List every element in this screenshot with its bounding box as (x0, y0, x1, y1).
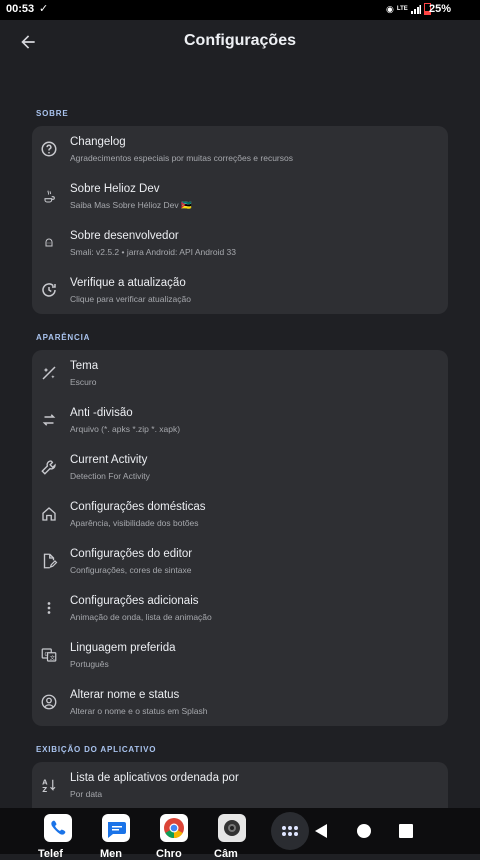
setting-title: Sobre Helioz Dev (70, 183, 160, 195)
sort-az-icon: AZ (40, 776, 58, 794)
setting-title: Alterar nome e status (70, 689, 180, 701)
status-icons: ◉ LTE (386, 3, 431, 15)
setting-configuracoes-editor[interactable]: Configurações do editor Configurações, c… (32, 538, 448, 585)
setting-subtitle: Detection For Activity (70, 471, 150, 481)
setting-alterar-nome-status[interactable]: Alterar nome e status Alterar o nome e o… (32, 679, 448, 726)
section-label-aparencia: APARÊNCIA (36, 333, 91, 342)
card-aparencia: Tema Escuro Anti -divisão Arquivo (*. ap… (32, 350, 448, 726)
signal-icon (410, 4, 421, 14)
java-cup-icon (40, 187, 58, 205)
app-drawer-button[interactable] (271, 812, 309, 850)
app-bar: Configurações (0, 20, 480, 64)
dock-label-phone: Telef (38, 848, 63, 860)
setting-subtitle: Aparência, visibilidade dos botões (70, 518, 199, 528)
setting-title: Lista de aplicativos ordenada por (70, 772, 239, 784)
setting-sobre-desenvolvedor[interactable]: Sobre desenvolvedor Smali: v2.5.2 • jarr… (32, 220, 448, 267)
account-circle-icon (40, 693, 58, 711)
card-sobre: Changelog Agradecimentos especiais por m… (32, 126, 448, 314)
dock-label-chrome: Chro (156, 848, 182, 860)
nav-recents-icon[interactable] (398, 823, 414, 839)
setting-subtitle: Agradecimentos especiais por muitas corr… (70, 153, 293, 163)
section-label-exibicao: EXIBIÇÃO DO APLICATIVO (36, 745, 157, 754)
section-label-sobre: SOBRE (36, 109, 69, 118)
android-icon (40, 234, 58, 252)
setting-subtitle: Escuro (70, 377, 97, 387)
setting-title: Configurações adicionais (70, 595, 199, 607)
setting-configuracoes-domesticas[interactable]: Configurações domésticas Aparência, visi… (32, 491, 448, 538)
more-vert-icon (40, 599, 58, 617)
setting-subtitle: Por data (70, 789, 103, 799)
messages-icon (108, 822, 126, 838)
theme-icon (40, 364, 58, 382)
swap-icon (40, 411, 58, 429)
phone-icon (51, 820, 66, 835)
setting-title: Current Activity (70, 454, 148, 466)
setting-title: Changelog (70, 136, 126, 148)
wrench-icon (40, 458, 58, 476)
nav-back-icon[interactable] (312, 822, 330, 840)
chrome-icon (164, 818, 184, 839)
battery-percent: 25% (428, 3, 451, 15)
setting-sobre-helioz[interactable]: Sobre Helioz Dev Saiba Mas Sobre Hélioz … (32, 173, 448, 220)
setting-subtitle: Alterar o nome e o status em Splash (70, 706, 208, 716)
dock-label-messages: Men (100, 848, 122, 860)
setting-title: Anti -divisão (70, 407, 133, 419)
dock-label-camera: Câm (214, 848, 238, 860)
setting-linguagem-preferida[interactable]: G文 Linguagem preferida Português (32, 632, 448, 679)
dock-camera-app[interactable] (218, 814, 246, 842)
setting-title: Configurações do editor (70, 548, 193, 560)
setting-subtitle: Arquivo (*. apks *.zip *. xapk) (70, 424, 181, 434)
setting-title: Linguagem preferida (70, 642, 176, 654)
download-check-icon: ✓ (39, 3, 49, 15)
setting-subtitle: Configurações, cores de sintaxe (70, 565, 192, 575)
nav-home-icon[interactable] (356, 823, 372, 839)
dock-phone-app[interactable] (44, 814, 72, 842)
eye-icon: ◉ (386, 3, 394, 14)
setting-tema[interactable]: Tema Escuro (32, 350, 448, 397)
network-label: LTE (396, 6, 408, 12)
setting-subtitle: Smali: v2.5.2 • jarra Android: API Andro… (70, 247, 236, 257)
setting-lista-aplicativos[interactable]: AZ Lista de aplicativos ordenada por Por… (32, 762, 448, 809)
setting-verifique-atualizacao[interactable]: Verifique a atualização Clique para veri… (32, 267, 448, 314)
svg-text:G: G (45, 652, 49, 658)
setting-configuracoes-adicionais[interactable]: Configurações adicionais Animação de ond… (32, 585, 448, 632)
setting-title: Tema (70, 360, 99, 372)
translate-icon: G文 (40, 646, 58, 664)
setting-subtitle: Clique para verificar atualização (70, 294, 191, 304)
setting-current-activity[interactable]: Current Activity Detection For Activity (32, 444, 448, 491)
setting-title: Configurações domésticas (70, 501, 206, 513)
status-bar: 00:53 ✓ ◉ LTE 25% (0, 0, 480, 20)
setting-title: Sobre desenvolvedor (70, 230, 179, 242)
setting-title: Verifique a atualização (70, 277, 186, 289)
home-icon (40, 505, 58, 523)
help-circle-icon (40, 140, 58, 158)
camera-icon (224, 820, 240, 836)
setting-anti-divisao[interactable]: Anti -divisão Arquivo (*. apks *.zip *. … (32, 397, 448, 444)
setting-changelog[interactable]: Changelog Agradecimentos especiais por m… (32, 126, 448, 173)
status-time: 00:53 (6, 3, 35, 15)
setting-subtitle: Saiba Mas Sobre Hélioz Dev 🇲🇿 (70, 200, 192, 210)
setting-subtitle: Português (70, 659, 109, 669)
dock-messages-app[interactable] (102, 814, 130, 842)
update-icon (40, 281, 58, 299)
navigation-bar: Telef Men Chro Câm (0, 808, 480, 860)
apps-grid-icon (282, 826, 298, 836)
setting-subtitle: Animação de onda, lista de animação (70, 612, 212, 622)
page-title: Configurações (183, 32, 296, 49)
svg-text:Z: Z (42, 786, 47, 794)
dock-chrome-app[interactable] (160, 814, 188, 842)
edit-document-icon (40, 552, 58, 570)
